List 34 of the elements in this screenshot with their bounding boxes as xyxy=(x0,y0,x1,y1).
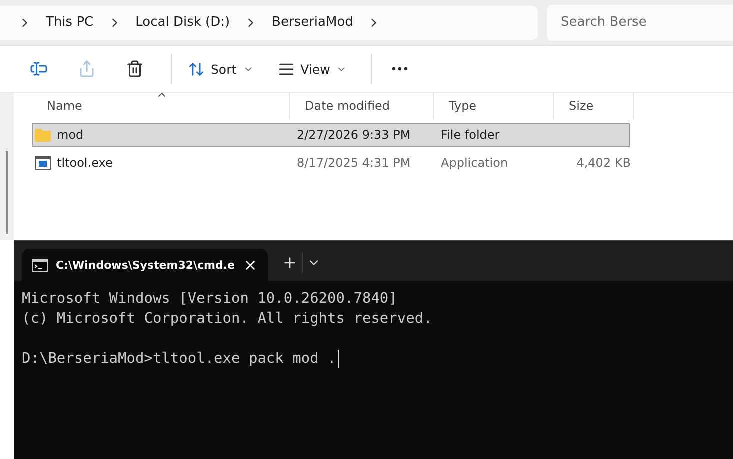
breadcrumb[interactable]: BerseriaMod xyxy=(272,15,354,30)
delete-icon xyxy=(126,60,144,78)
date-cell-text: 8/17/2025 4:31 PM xyxy=(296,156,412,170)
column-header[interactable]: Size xyxy=(554,93,634,119)
column-header[interactable]: Type xyxy=(434,93,554,119)
file-row[interactable]: tltool.exe 8/17/2025 4:31 PM Application 4,402 KB xyxy=(32,151,630,175)
sort-icon xyxy=(188,60,205,78)
column-header[interactable]: Name xyxy=(32,93,290,119)
more-icon xyxy=(392,67,408,71)
rename-icon xyxy=(30,60,48,78)
type-cell-text: File folder xyxy=(440,128,501,142)
breadcrumb[interactable]: Local Disk (D:) xyxy=(136,15,230,30)
search-field[interactable]: Search Berse xyxy=(547,4,733,40)
breadcrumb[interactable]: This PC xyxy=(46,15,94,30)
column-header[interactable]: Date modified xyxy=(290,93,434,119)
type-cell-text: Application xyxy=(440,156,510,170)
text-cursor xyxy=(338,350,340,368)
file-name: tltool.exe xyxy=(57,156,113,170)
terminal-tab[interactable]: C:\Windows\System32\cmd.e xyxy=(22,249,268,281)
application-icon xyxy=(35,156,51,170)
tab-title: C:\Windows\System32\cmd.e xyxy=(56,258,236,272)
file-row[interactable]: mod 2/27/2026 9:33 PM File folder xyxy=(32,123,630,147)
address-bar[interactable]: This PC Local Disk (D:) BerseriaMod xyxy=(0,6,538,40)
file-name: mod xyxy=(57,128,84,142)
view-button[interactable]: View xyxy=(270,52,356,86)
size-cell-text: 4,402 KB xyxy=(576,156,632,170)
sort-button[interactable]: Sort xyxy=(180,52,262,86)
console-line: Microsoft Windows [Version 10.0.26200.7840] xyxy=(22,290,398,309)
folder-icon xyxy=(35,128,51,142)
command-prompt-icon xyxy=(32,258,48,272)
date-cell-text: 2/27/2026 9:33 PM xyxy=(296,128,412,142)
share-icon xyxy=(78,60,96,78)
console-line: (c) Microsoft Corporation. All rights reserved. xyxy=(22,310,432,329)
command-line: D:\BerseriaMod>tltool.exe pack mod . xyxy=(22,350,336,369)
